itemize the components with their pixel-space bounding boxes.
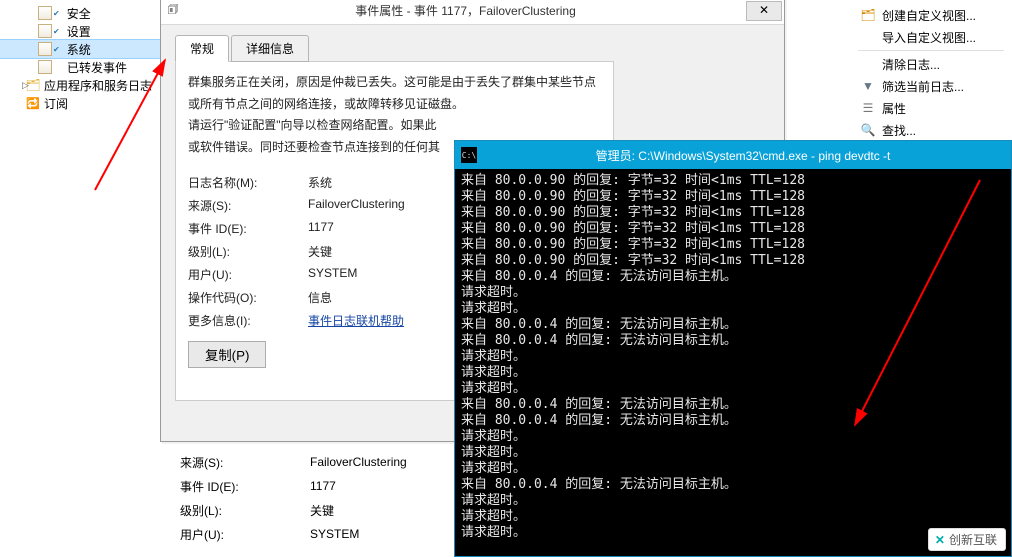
checkmark-icon: ✔	[53, 9, 60, 18]
tree-item-label: 已转发事件	[67, 59, 127, 76]
find-icon: 🔍	[860, 122, 876, 138]
source-label: 来源(S):	[188, 197, 308, 214]
dialog-icon: 🗊	[161, 0, 185, 21]
action-label: 创建自定义视图...	[882, 7, 976, 24]
expand-icon[interactable]: ▷	[22, 80, 32, 91]
action-label: 属性	[882, 100, 906, 117]
action-clear-log[interactable]: 清除日志...	[844, 53, 1010, 75]
action-import-custom-view[interactable]: 导入自定义视图...	[844, 26, 1010, 48]
tree-item-label: 安全	[67, 5, 91, 22]
action-label: 查找...	[882, 122, 916, 139]
create-view-icon: 🗂	[860, 7, 876, 23]
detail-row: 级别(L):关键	[180, 498, 480, 522]
more-info-label: 更多信息(I):	[188, 312, 308, 329]
action-filter-log[interactable]: ▼ 筛选当前日志...	[844, 75, 1010, 97]
log-icon	[38, 6, 52, 20]
cmd-output[interactable]: 来自 80.0.0.90 的回复: 字节=32 时间<1ms TTL=128 来…	[455, 169, 1011, 545]
action-label: 导入自定义视图...	[882, 29, 976, 46]
filter-icon: ▼	[860, 78, 876, 94]
watermark: 创新互联	[928, 528, 1006, 551]
level-label: 级别(L):	[188, 243, 308, 260]
log-icon	[38, 42, 52, 56]
cmd-window: C:\ 管理员: C:\Windows\System32\cmd.exe - p…	[454, 140, 1012, 557]
divider	[858, 50, 1004, 51]
clear-icon	[860, 56, 876, 72]
action-label: 清除日志...	[882, 56, 940, 73]
dialog-tabs: 常规 详细信息	[175, 35, 614, 62]
tree-item-forwarded[interactable]: 已转发事件	[0, 58, 160, 76]
log-icon	[38, 24, 52, 38]
tab-general[interactable]: 常规	[175, 35, 229, 62]
user-label: 用户(U):	[188, 266, 308, 283]
detail-row: 用户(U):SYSTEM	[180, 522, 480, 546]
detail-row: 来源(S):FailoverClustering	[180, 450, 480, 474]
log-name-label: 日志名称(M):	[188, 174, 308, 191]
cmd-title-text: 管理员: C:\Windows\System32\cmd.exe - ping …	[481, 147, 1005, 164]
dialog-title: 事件属性 - 事件 1177，FailoverClustering	[185, 2, 746, 19]
checkmark-icon: ✔	[53, 27, 60, 36]
properties-icon: ☰	[860, 100, 876, 116]
detail-behind: 来源(S):FailoverClustering 事件 ID(E):1177 级…	[180, 450, 480, 546]
action-find[interactable]: 🔍 查找...	[844, 119, 1010, 141]
action-label: 筛选当前日志...	[882, 78, 964, 95]
log-icon	[38, 60, 52, 74]
tree-item-label: 应用程序和服务日志	[44, 77, 152, 94]
tree-item-label: 系统	[67, 41, 91, 58]
subscriptions-icon: 🔁	[26, 96, 40, 110]
action-create-custom-view[interactable]: 🗂 创建自定义视图...	[844, 4, 1010, 26]
copy-button[interactable]: 复制(P)	[188, 341, 266, 368]
tree-item-apps-and-services[interactable]: ▷ 🗂 应用程序和服务日志	[0, 76, 160, 94]
event-viewer-tree: ✔ 安全 ✔ 设置 ✔ 系统 已转发事件 ▷ 🗂 应用程序和服务日志 🔁 订阅	[0, 0, 160, 112]
opcode-label: 操作代码(O):	[188, 289, 308, 306]
cmd-icon: C:\	[461, 147, 477, 163]
tree-item-label: 设置	[67, 23, 91, 40]
checkmark-icon: ✔	[53, 45, 60, 54]
action-properties[interactable]: ☰ 属性	[844, 97, 1010, 119]
actions-pane: 🗂 创建自定义视图... 导入自定义视图... 清除日志... ▼ 筛选当前日志…	[842, 0, 1012, 145]
detail-row: 事件 ID(E):1177	[180, 474, 480, 498]
cmd-titlebar[interactable]: C:\ 管理员: C:\Windows\System32\cmd.exe - p…	[455, 141, 1011, 169]
tab-details[interactable]: 详细信息	[231, 35, 309, 62]
tree-item-system[interactable]: ✔ 系统	[0, 40, 160, 58]
tree-item-setup[interactable]: ✔ 设置	[0, 22, 160, 40]
dialog-titlebar[interactable]: 🗊 事件属性 - 事件 1177，FailoverClustering ✕	[161, 0, 784, 25]
tree-item-subscriptions[interactable]: 🔁 订阅	[0, 94, 160, 112]
event-id-label: 事件 ID(E):	[188, 220, 308, 237]
tree-item-label: 订阅	[44, 95, 68, 112]
close-button[interactable]: ✕	[746, 1, 782, 21]
online-help-link[interactable]: 事件日志联机帮助	[308, 314, 404, 328]
import-icon	[860, 29, 876, 45]
tree-item-security[interactable]: ✔ 安全	[0, 4, 160, 22]
